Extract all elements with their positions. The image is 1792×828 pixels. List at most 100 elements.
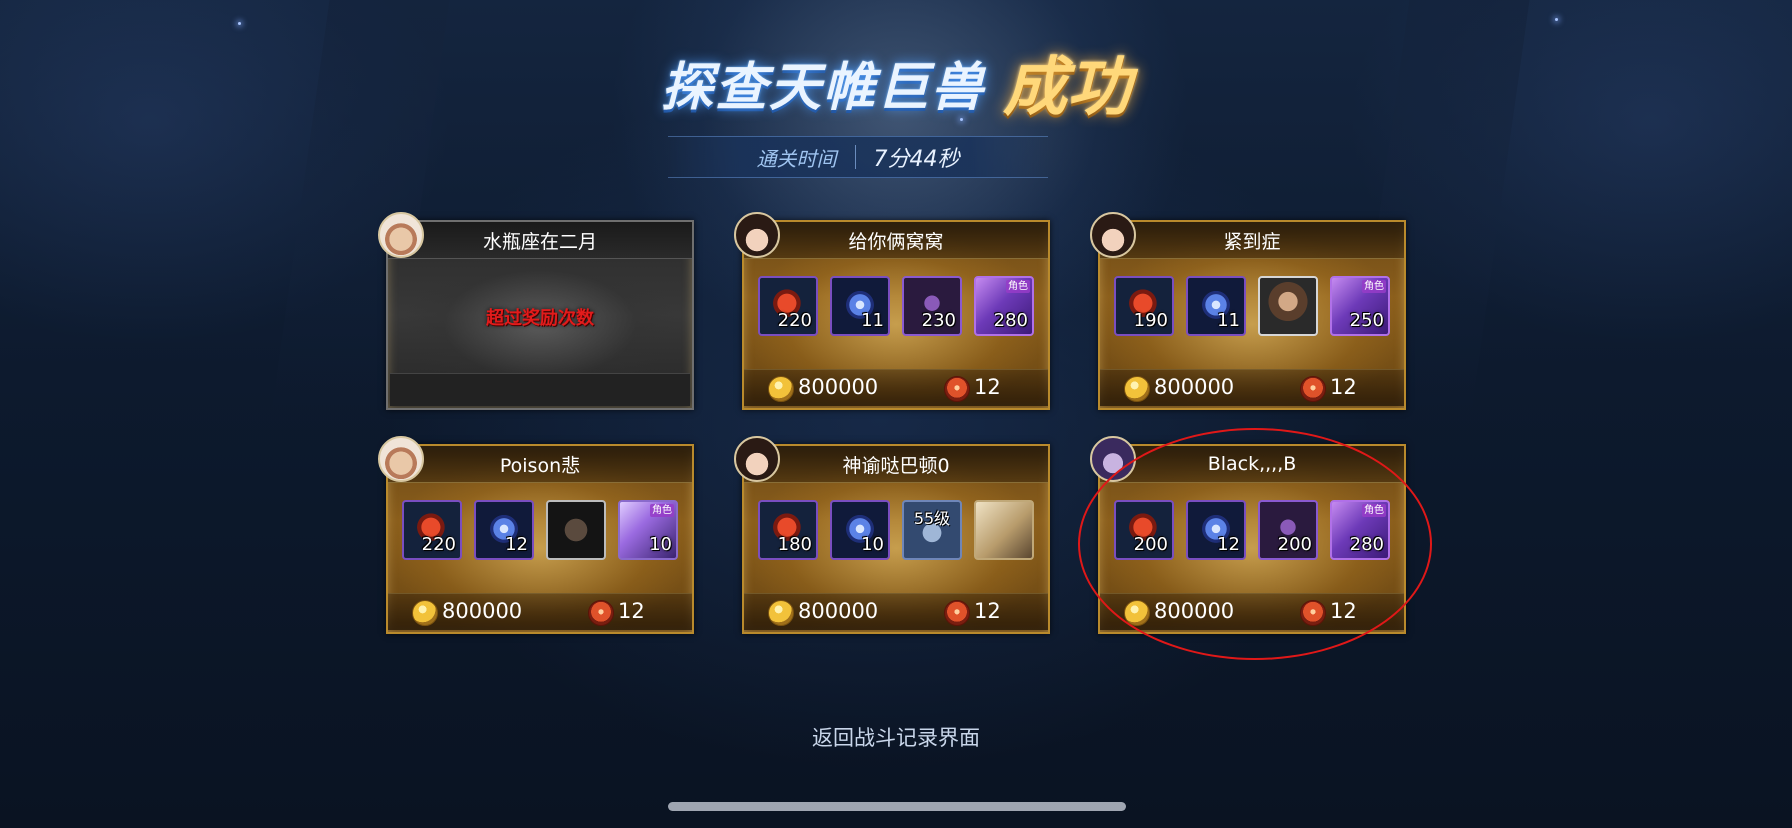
item-count: 200 (1133, 534, 1168, 555)
reward-footer: 800000 12 (388, 593, 692, 630)
gold-coin-icon (768, 600, 794, 626)
reward-footer: 800000 12 (744, 593, 1048, 630)
player-avatar (734, 436, 780, 482)
token-icon (944, 376, 970, 402)
gold-amount: 800000 (798, 599, 879, 623)
player-card-6: Black,,,,B 200 12 200 角色 280 800000 12 (1090, 436, 1406, 634)
player-name-bar: 紧到症 (1100, 222, 1404, 259)
reward-items: 220 12 角色 10 (388, 500, 692, 560)
player-name-bar: 给你俩窝窝 (744, 222, 1048, 259)
purple-orb-icon[interactable]: 角色 280 (974, 276, 1034, 336)
item-count: 230 (921, 310, 956, 331)
item-count: 190 (1133, 310, 1168, 331)
reward-items: 180 10 55级 (744, 500, 1048, 560)
player-card-1: 水瓶座在二月 超过奖励次数 (378, 212, 694, 410)
item-count: 220 (777, 310, 812, 331)
sparkle (238, 22, 241, 25)
red-crystal-icon[interactable]: 180 (758, 500, 818, 560)
dark-character-icon[interactable] (546, 500, 606, 560)
gold-amount: 800000 (1154, 375, 1235, 399)
player-name: 紧到症 (1223, 230, 1281, 253)
divider (854, 145, 856, 169)
item-count: 180 (777, 534, 812, 555)
gold-coin-icon (412, 600, 438, 626)
token-icon (1300, 376, 1326, 402)
item-count: 12 (1217, 534, 1240, 555)
gold-amount: 800000 (798, 375, 879, 399)
purple-orb-icon[interactable]: 角色 250 (1330, 276, 1390, 336)
token-icon (588, 600, 614, 626)
reward-items: 220 11 230 角色 280 (744, 276, 1048, 336)
red-crystal-icon[interactable]: 220 (758, 276, 818, 336)
player-avatar (734, 212, 780, 258)
no-reward-area: 超过奖励次数 (390, 260, 690, 374)
gold-amount: 800000 (442, 599, 523, 623)
book-icon[interactable] (974, 500, 1034, 560)
item-tag: 角色 (1362, 504, 1386, 517)
item-tag: 角色 (1362, 280, 1386, 293)
player-name: 水瓶座在二月 (482, 230, 597, 253)
reward-footer: 800000 12 (744, 369, 1048, 406)
player-name-bar: Poison悲 (388, 446, 692, 483)
player-avatar (378, 212, 424, 258)
token-amount: 12 (618, 599, 645, 623)
item-count: 10 (861, 534, 884, 555)
red-crystal-icon[interactable]: 200 (1114, 500, 1174, 560)
result-title: 探查天帷巨兽 成功 (0, 36, 1792, 128)
player-avatar (1090, 212, 1136, 258)
purple-orb-icon[interactable]: 角色 280 (1330, 500, 1390, 560)
blue-orb-icon[interactable]: 11 (830, 276, 890, 336)
player-name: 给你俩窝窝 (848, 230, 944, 253)
player-card-2: 给你俩窝窝 220 11 230 角色 280 800000 12 (734, 212, 1050, 410)
player-name-bar: 水瓶座在二月 (388, 222, 692, 259)
token-amount: 12 (974, 599, 1001, 623)
gold-coin-icon (768, 376, 794, 402)
item-tag: 角色 (1006, 280, 1030, 293)
item-count: 11 (861, 310, 884, 331)
item-count: 220 (421, 534, 456, 555)
character-portrait-icon[interactable] (1258, 276, 1318, 336)
reward-items: 200 12 200 角色 280 (1100, 500, 1404, 560)
blue-orb-icon[interactable]: 12 (474, 500, 534, 560)
player-card-4: Poison悲 220 12 角色 10 800000 12 (378, 436, 694, 634)
reward-footer: 800000 12 (1100, 593, 1404, 630)
token-amount: 12 (1330, 375, 1357, 399)
clear-time-bar: 通关时间 7分44秒 (668, 136, 1048, 178)
item-count: 12 (505, 534, 528, 555)
player-name-bar: Black,,,,B (1100, 446, 1404, 483)
red-crystal-icon[interactable]: 190 (1114, 276, 1174, 336)
gold-amount: 800000 (1154, 599, 1235, 623)
blue-orb-icon[interactable]: 10 (830, 500, 890, 560)
home-indicator[interactable] (668, 802, 1126, 811)
success-label: 成功 (1003, 51, 1131, 125)
player-name: Black,,,,B (1207, 453, 1297, 475)
token-amount: 12 (1330, 599, 1357, 623)
blue-orb-icon[interactable]: 12 (1186, 500, 1246, 560)
item-level: 55级 (913, 509, 951, 528)
red-crystal-icon[interactable]: 220 (402, 500, 462, 560)
item-count: 250 (1349, 310, 1384, 331)
purple-gem-icon[interactable]: 角色 10 (618, 500, 678, 560)
item-count: 280 (1349, 534, 1384, 555)
reward-footer (390, 373, 690, 406)
gold-coin-icon (1124, 600, 1150, 626)
player-name: Poison悲 (499, 454, 581, 477)
return-to-battle-log-button[interactable]: 返回战斗记录界面 (0, 722, 1792, 752)
player-name: 神谕哒巴顿0 (842, 454, 950, 477)
blue-orb-icon[interactable]: 11 (1186, 276, 1246, 336)
player-avatar (378, 436, 424, 482)
token-icon (1300, 600, 1326, 626)
token-icon (944, 600, 970, 626)
battle-result-screen: 探查天帷巨兽 成功 通关时间 7分44秒 水瓶座在二月 超过奖励次数 给你俩窝窝 … (0, 0, 1792, 828)
token-amount: 12 (974, 375, 1001, 399)
hero-shard-icon[interactable]: 230 (902, 276, 962, 336)
item-count: 280 (993, 310, 1028, 331)
hero-shard-icon[interactable]: 200 (1258, 500, 1318, 560)
clear-time-label: 通关时间 (756, 146, 837, 171)
item-count: 10 (649, 534, 672, 555)
dungeon-name: 探查天帷巨兽 (660, 57, 985, 118)
player-card-3: 紧到症 190 11 角色 250 800000 12 (1090, 212, 1406, 410)
reward-limit-message: 超过奖励次数 (486, 308, 594, 329)
item-count: 200 (1277, 534, 1312, 555)
armor-icon[interactable]: 55级 (902, 500, 962, 560)
